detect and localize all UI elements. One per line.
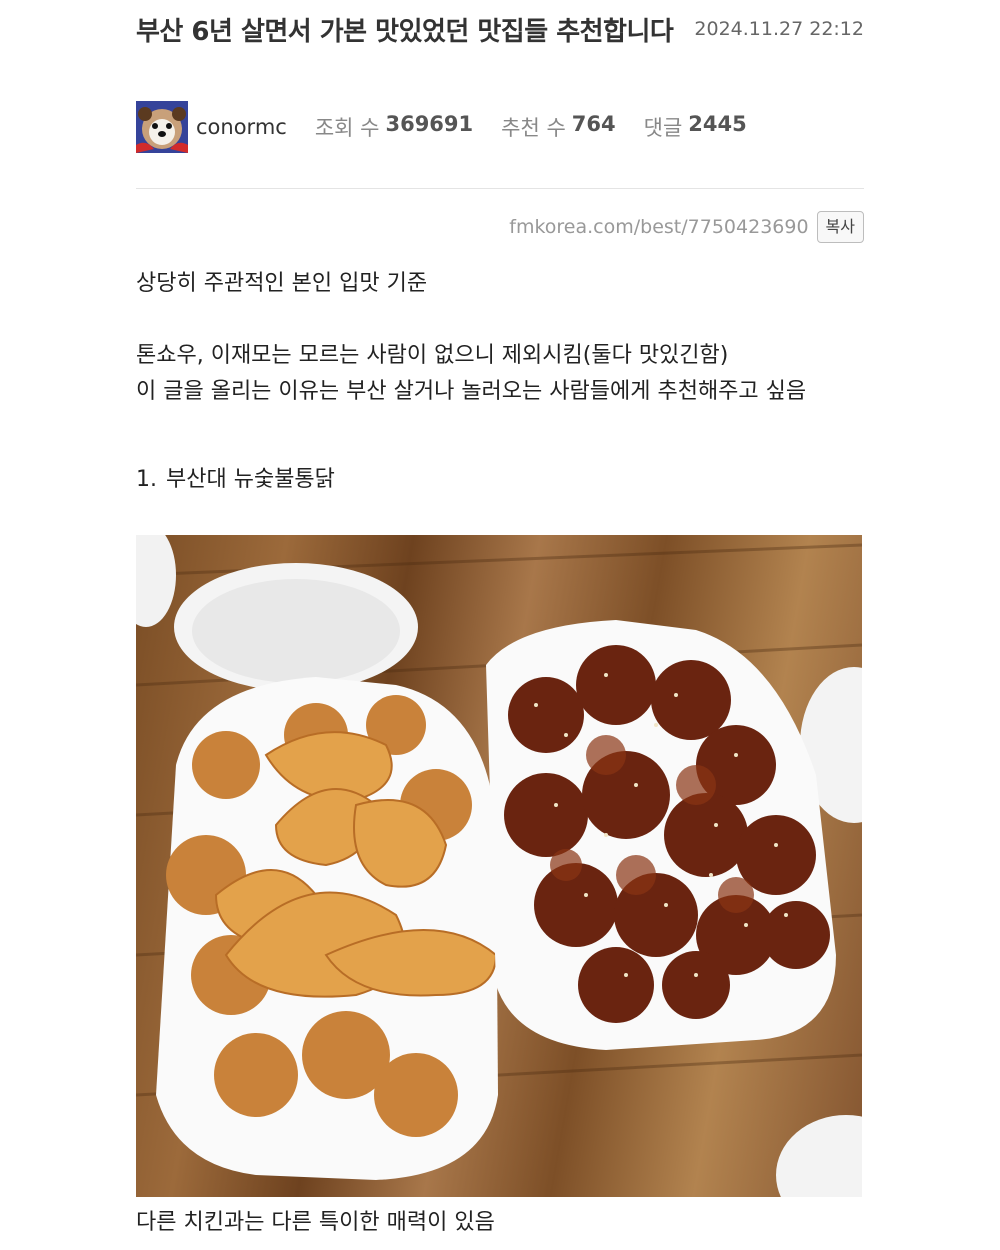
- list-item: 1. 부산대 뉴숯불통닭: [136, 462, 335, 498]
- comments-stat[interactable]: 댓글 2445: [644, 112, 747, 142]
- copy-url-button[interactable]: 복사: [816, 211, 864, 243]
- paragraph-1: 상당히 주관적인 본인 입맛 기준: [136, 271, 428, 296]
- post-date: 2024.11.27 22:12: [688, 18, 864, 40]
- post-url-row: fmkorea.com/best/7750423690 복사: [509, 211, 864, 243]
- likes-stat: 추천 수 764: [501, 112, 615, 142]
- dog-avatar-icon: [136, 101, 188, 153]
- views-count: 369691: [385, 112, 474, 136]
- chicken-photo-image: [136, 535, 862, 1197]
- author-name[interactable]: conormc: [196, 115, 287, 139]
- chicken-photo: [136, 535, 862, 1197]
- likes-count: 764: [571, 112, 616, 136]
- photo-caption: 다른 치킨과는 다른 특이한 매력이 있음: [136, 1210, 495, 1235]
- list-item-text: 부산대 뉴숯불통닭: [166, 467, 335, 492]
- post-container: 부산 6년 살면서 가본 맛있었던 맛집들 추천합니다 2024.11.27 2…: [136, 0, 864, 1250]
- paragraph-2: 톤쇼우, 이재모는 모르는 사람이 없으니 제외시킴(둘다 맛있긴함) 이 글을…: [136, 343, 807, 404]
- header-divider: [136, 188, 864, 189]
- post-meta: conormc 조회 수 369691 추천 수 764 댓글 2445: [136, 100, 864, 154]
- list-item-number: 1.: [136, 467, 157, 492]
- post-header: 부산 6년 살면서 가본 맛있었던 맛집들 추천합니다 2024.11.27 2…: [136, 12, 864, 52]
- comments-count: 2445: [688, 112, 747, 136]
- views-stat: 조회 수 369691: [315, 112, 473, 142]
- comments-label: 댓글: [643, 116, 683, 140]
- likes-label: 추천 수: [501, 116, 566, 140]
- post-url[interactable]: fmkorea.com/best/7750423690: [509, 216, 808, 238]
- views-label: 조회 수: [314, 116, 380, 140]
- post-title-text: 부산 6년 살면서 가본 맛있었던 맛집들 추천합니다: [136, 17, 674, 47]
- avatar[interactable]: [136, 101, 188, 153]
